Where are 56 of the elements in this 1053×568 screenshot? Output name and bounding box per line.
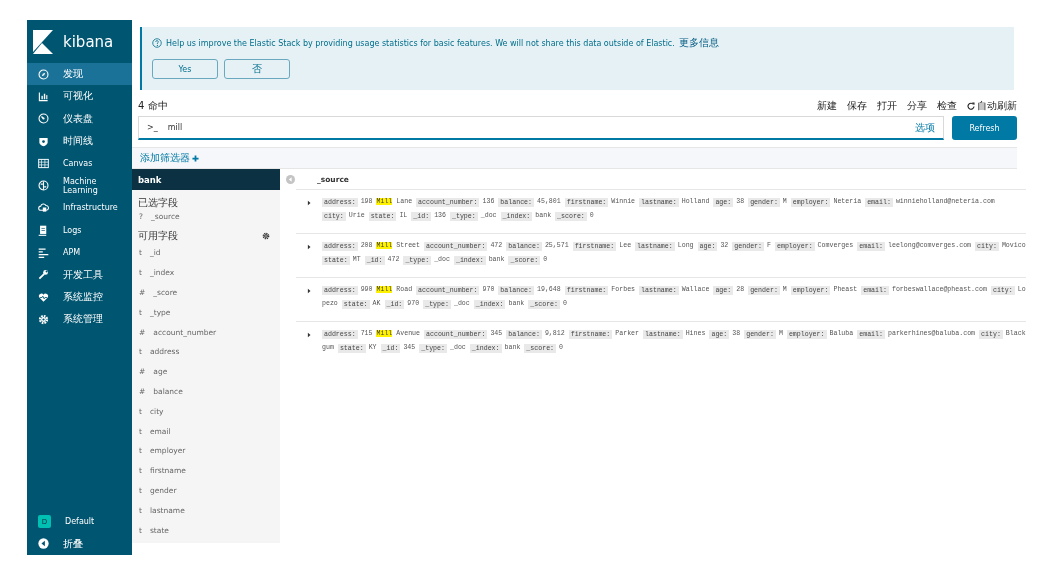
nav-item[interactable]: Canvas xyxy=(27,152,132,175)
expand-toggle-icon[interactable] xyxy=(306,200,312,206)
nav-item[interactable]: 可视化 xyxy=(27,85,132,108)
gear-icon xyxy=(262,232,270,240)
compass-icon xyxy=(38,68,49,80)
options-link[interactable]: 选项 xyxy=(915,120,935,135)
consent-button[interactable]: 否 xyxy=(224,59,290,79)
nav-item[interactable]: Logs xyxy=(27,219,132,242)
nav-item[interactable]: 系统监控 xyxy=(27,285,132,309)
add-filter-link[interactable]: 添加筛选器 xyxy=(140,151,199,165)
nav-item[interactable]: Machine Learning xyxy=(27,174,132,197)
expand-toggle-icon[interactable] xyxy=(306,244,312,250)
shield-icon xyxy=(38,135,49,147)
collapse-item[interactable]: 折叠 xyxy=(27,532,132,555)
bar-chart-icon xyxy=(38,90,49,102)
section-title: 可用字段 xyxy=(138,229,178,243)
hit-count: 4 命中 xyxy=(138,99,168,113)
logo-icon xyxy=(33,29,53,54)
query-field[interactable]: >_ mill 选项 xyxy=(138,116,944,140)
cloud-icon xyxy=(38,202,49,214)
refresh-icon xyxy=(967,102,975,110)
app-name: kibana xyxy=(63,32,114,51)
section-title: 已选字段 xyxy=(138,196,178,210)
consent-button[interactable]: Yes xyxy=(152,59,218,79)
nav-item[interactable]: 仪表盘 xyxy=(27,107,132,130)
menu-link[interactable]: 分享 xyxy=(907,99,927,113)
gauge-icon xyxy=(38,113,49,125)
nav-item[interactable]: 时间线 xyxy=(27,129,132,153)
document-icon xyxy=(38,224,49,236)
nav-item[interactable]: 系统管理 xyxy=(27,308,132,331)
list-icon xyxy=(38,247,49,258)
wrench-icon xyxy=(38,269,49,281)
collapse-sidebar-icon xyxy=(286,174,295,184)
notice-text: Help us improve the Elastic Stack by providing usage statistics for basic features. We will not share this data outside of Elastic. xyxy=(166,38,675,48)
nav-item[interactable]: 发现 xyxy=(27,63,132,86)
menu-link[interactable]: 检查 xyxy=(937,99,957,113)
menu-link[interactable]: 打开 xyxy=(877,99,897,113)
menu-link[interactable]: 新建 xyxy=(817,99,837,113)
help-icon xyxy=(152,38,162,48)
plus-icon xyxy=(192,154,199,162)
menu-link[interactable]: 自动刷新 xyxy=(967,99,1017,113)
nav-item[interactable]: Infrastructure xyxy=(27,196,132,220)
nav-item[interactable]: APM xyxy=(27,241,132,264)
expand-toggle-icon[interactable] xyxy=(306,288,312,294)
index-pattern[interactable]: bank xyxy=(132,169,280,190)
refresh-button[interactable]: Refresh xyxy=(952,116,1017,140)
more-info-link[interactable]: 更多信息 xyxy=(678,36,719,50)
grid-icon xyxy=(38,157,49,169)
nav-item[interactable]: 开发工具 xyxy=(27,263,132,286)
prompt-symbol: >_ xyxy=(147,123,158,132)
expand-toggle-icon[interactable] xyxy=(306,332,312,338)
menu-link[interactable]: 保存 xyxy=(847,99,867,113)
query-input[interactable]: mill xyxy=(167,123,905,132)
collapse-icon xyxy=(38,538,49,550)
heart-icon xyxy=(38,291,49,303)
gear-icon xyxy=(38,313,49,325)
